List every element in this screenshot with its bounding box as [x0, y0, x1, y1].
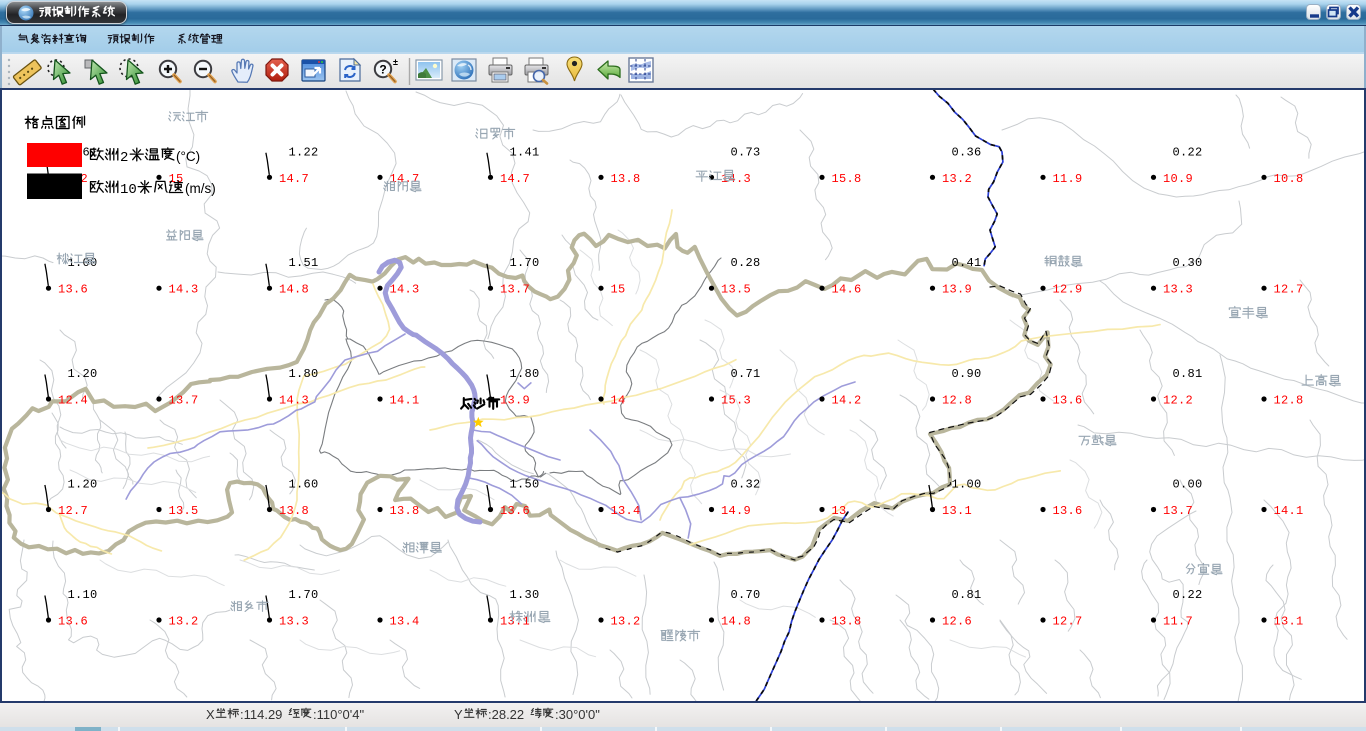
svg-text:10: 10	[120, 182, 137, 198]
svg-text:±: ±	[393, 57, 398, 67]
svg-text:14.8: 14.8	[721, 615, 751, 629]
svg-text:1.30: 1.30	[510, 588, 540, 602]
svg-text::30°0'0": :30°0'0"	[555, 707, 600, 722]
svg-text:14.3: 14.3	[169, 283, 199, 297]
svg-text:13.7: 13.7	[169, 394, 199, 408]
svg-text:(°C): (°C)	[176, 149, 200, 164]
svg-text:(m/s): (m/s)	[185, 181, 216, 196]
svg-text:0.22: 0.22	[1173, 588, 1203, 602]
svg-text:13.6: 13.6	[1053, 394, 1083, 408]
svg-text:14.2: 14.2	[832, 394, 862, 408]
svg-text:1.10: 1.10	[68, 588, 98, 602]
svg-text:15.8: 15.8	[832, 172, 862, 186]
svg-text:1.70: 1.70	[510, 256, 540, 270]
svg-text:14.1: 14.1	[390, 394, 420, 408]
svg-text:1.41: 1.41	[510, 145, 540, 159]
svg-text:14.3: 14.3	[390, 283, 420, 297]
svg-text:1.22: 1.22	[289, 145, 319, 159]
svg-text:Y: Y	[454, 707, 463, 722]
svg-text:13.8: 13.8	[832, 615, 862, 629]
svg-text:15.3: 15.3	[721, 394, 751, 408]
svg-text:12.9: 12.9	[1053, 283, 1083, 297]
svg-text:2: 2	[120, 150, 128, 166]
svg-text:14.6: 14.6	[832, 283, 862, 297]
svg-text:13.1: 13.1	[942, 504, 972, 518]
svg-text:13.2: 13.2	[942, 172, 972, 186]
svg-text:1.80: 1.80	[289, 367, 319, 381]
svg-text:12.7: 12.7	[58, 504, 88, 518]
svg-text:14.7: 14.7	[279, 172, 309, 186]
svg-text:0.32: 0.32	[731, 478, 761, 492]
svg-text:1.60: 1.60	[289, 478, 319, 492]
svg-text:1.80: 1.80	[510, 367, 540, 381]
svg-text:12.6: 12.6	[942, 615, 972, 629]
svg-text:X: X	[206, 707, 215, 722]
svg-text:13.9: 13.9	[942, 283, 972, 297]
svg-text:14: 14	[611, 394, 626, 408]
svg-text:13.3: 13.3	[279, 615, 309, 629]
svg-text:10.8: 10.8	[1274, 172, 1304, 186]
svg-text:14.3: 14.3	[279, 394, 309, 408]
svg-text:11.9: 11.9	[1053, 172, 1083, 186]
svg-text:0.71: 0.71	[731, 367, 761, 381]
svg-text:10.9: 10.9	[1163, 172, 1193, 186]
svg-text::114.29: :114.29	[240, 707, 282, 722]
svg-text:13.5: 13.5	[721, 283, 751, 297]
svg-text:14.7: 14.7	[500, 172, 530, 186]
svg-text:13.9: 13.9	[500, 394, 530, 408]
svg-text:13.8: 13.8	[279, 504, 309, 518]
svg-text:0.36: 0.36	[952, 145, 982, 159]
svg-text:13.6: 13.6	[58, 615, 88, 629]
svg-text:1.20: 1.20	[68, 367, 98, 381]
svg-text:0.22: 0.22	[1173, 145, 1203, 159]
svg-text:0.70: 0.70	[731, 588, 761, 602]
svg-text:0.00: 0.00	[1173, 478, 1203, 492]
svg-text:0.41: 0.41	[952, 256, 982, 270]
svg-text:15: 15	[169, 172, 184, 186]
svg-text:13.2: 13.2	[611, 615, 641, 629]
svg-text::28.22: :28.22	[488, 707, 524, 722]
svg-text:12.8: 12.8	[1274, 394, 1304, 408]
svg-text:14.9: 14.9	[721, 504, 751, 518]
svg-text:0.81: 0.81	[952, 588, 982, 602]
svg-text:13.1: 13.1	[1274, 615, 1304, 629]
svg-text:13.8: 13.8	[390, 504, 420, 518]
svg-text:14.1: 14.1	[1274, 504, 1304, 518]
svg-text:?: ?	[379, 63, 386, 77]
svg-text:13.5: 13.5	[169, 504, 199, 518]
svg-text:12.4: 12.4	[58, 394, 88, 408]
svg-text:12.7: 12.7	[1053, 615, 1083, 629]
svg-text:13.8: 13.8	[611, 172, 641, 186]
svg-text:13.7: 13.7	[1163, 504, 1193, 518]
svg-text:1.51: 1.51	[289, 256, 319, 270]
svg-text:13.6: 13.6	[500, 504, 530, 518]
svg-text::110°0'4": :110°0'4"	[313, 707, 364, 722]
svg-text:12.8: 12.8	[942, 394, 972, 408]
svg-text:13.2: 13.2	[169, 615, 199, 629]
svg-text:12.2: 12.2	[1163, 394, 1193, 408]
svg-text:11.7: 11.7	[1163, 615, 1193, 629]
svg-text:0.81: 0.81	[1173, 367, 1203, 381]
svg-text:13.6: 13.6	[1053, 504, 1083, 518]
svg-text:0.90: 0.90	[952, 367, 982, 381]
svg-text:1.50: 1.50	[510, 478, 540, 492]
svg-text:0.28: 0.28	[731, 256, 761, 270]
svg-text:1.70: 1.70	[289, 588, 319, 602]
svg-text:13.3: 13.3	[1163, 283, 1193, 297]
svg-text:0.30: 0.30	[1173, 256, 1203, 270]
svg-text:13.4: 13.4	[390, 615, 420, 629]
svg-text:14.8: 14.8	[279, 283, 309, 297]
svg-text:1.00: 1.00	[952, 478, 982, 492]
svg-text:13.7: 13.7	[500, 283, 530, 297]
svg-text:15: 15	[611, 283, 626, 297]
svg-text:1.20: 1.20	[68, 478, 98, 492]
svg-text:13.6: 13.6	[58, 283, 88, 297]
svg-text:13.4: 13.4	[611, 504, 641, 518]
svg-text:13: 13	[832, 504, 847, 518]
svg-text:12.7: 12.7	[1274, 283, 1304, 297]
svg-text:0.73: 0.73	[731, 145, 761, 159]
